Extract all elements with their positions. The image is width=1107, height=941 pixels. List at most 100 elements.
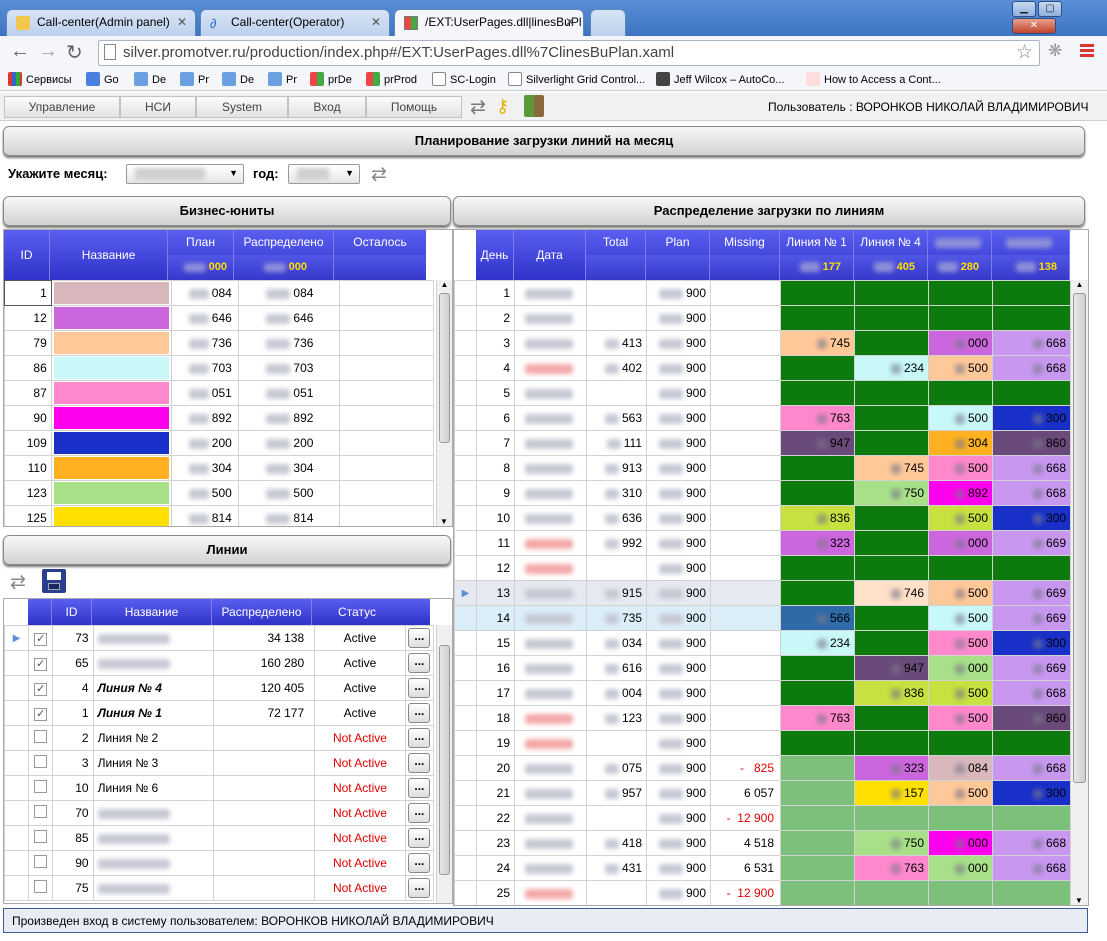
line-checkbox[interactable]	[34, 755, 48, 768]
browser-tab-admin[interactable]: Call-center(Admin panel) ✕	[6, 9, 196, 36]
table-row[interactable]: 12 900	[454, 555, 1071, 581]
line-load-cell[interactable]	[780, 780, 855, 806]
col-status[interactable]: Статус	[312, 599, 402, 625]
line-load-cell[interactable]: 668	[992, 680, 1071, 706]
line-details-button[interactable]: ...	[408, 853, 431, 873]
line-load-cell[interactable]	[928, 555, 993, 581]
line-checkbox[interactable]	[34, 880, 48, 893]
line-load-cell[interactable]: 750	[854, 830, 929, 856]
line-load-cell[interactable]	[928, 805, 993, 831]
line-load-cell[interactable]	[780, 455, 855, 481]
table-row[interactable]: ✓ 65 160 280 Active...	[4, 650, 435, 676]
scroll-up-icon[interactable]: ▲	[1071, 280, 1088, 289]
line-load-cell[interactable]: 500	[928, 455, 993, 481]
table-row[interactable]: 17 004 900 836 500 668	[454, 680, 1071, 706]
line-load-cell[interactable]: 500	[928, 580, 993, 606]
line-load-cell[interactable]: 763	[780, 705, 855, 731]
table-row[interactable]: 11 992 900 323 000 669	[454, 530, 1071, 556]
save-icon[interactable]	[42, 569, 66, 593]
refresh-icon[interactable]: ⇄	[470, 96, 486, 119]
line-load-cell[interactable]	[780, 655, 855, 681]
close-icon[interactable]: ✕	[565, 15, 575, 29]
address-bar[interactable]: silver.promotver.ru/production/index.php…	[98, 40, 1040, 66]
line-load-cell[interactable]: 000	[928, 855, 993, 881]
forward-icon[interactable]: →	[38, 40, 58, 63]
line-load-cell[interactable]: 000	[928, 330, 993, 356]
col-id[interactable]: ID	[52, 599, 92, 625]
line-load-cell[interactable]	[780, 880, 855, 905]
line-details-button[interactable]: ...	[408, 628, 431, 648]
dist-scrollbar[interactable]: ▲ ▼	[1070, 280, 1088, 905]
line-checkbox[interactable]	[34, 855, 48, 868]
table-row[interactable]: 2 Линия № 2 Not Active...	[4, 725, 435, 751]
line-load-cell[interactable]: 836	[780, 505, 855, 531]
table-row[interactable]: 1 900	[454, 280, 1071, 306]
line-load-cell[interactable]	[928, 280, 993, 306]
scroll-down-icon[interactable]: ▼	[1071, 896, 1087, 905]
line-checkbox[interactable]	[34, 805, 48, 818]
table-row[interactable]: 9 310 900 750 892 668	[454, 480, 1071, 506]
line-load-cell[interactable]: 668	[992, 480, 1071, 506]
menu-icon[interactable]	[1080, 44, 1094, 57]
line-load-cell[interactable]: 763	[780, 405, 855, 431]
line-load-cell[interactable]: 860	[992, 705, 1071, 731]
refresh-icon[interactable]: ⇄	[371, 163, 387, 186]
table-row[interactable]: 87 051 051	[4, 380, 434, 406]
line-load-cell[interactable]: 300	[992, 780, 1071, 806]
line-load-cell[interactable]	[928, 305, 993, 331]
line-load-cell[interactable]	[854, 805, 929, 831]
line-details-button[interactable]: ...	[408, 703, 431, 723]
line-load-cell[interactable]	[854, 330, 929, 356]
line-load-cell[interactable]: 750	[854, 480, 929, 506]
year-select[interactable]: ▼	[288, 164, 360, 184]
lines-scrollbar[interactable]	[436, 625, 452, 903]
bu-scrollbar[interactable]: ▲ ▼	[436, 280, 452, 526]
line-load-cell[interactable]: 500	[928, 355, 993, 381]
month-select[interactable]: ▼	[126, 164, 244, 184]
line-checkbox[interactable]: ✓	[34, 682, 48, 696]
line-load-cell[interactable]	[780, 755, 855, 781]
line-load-cell[interactable]: 668	[992, 855, 1071, 881]
table-row[interactable]: 18 123 900 763 500 860	[454, 705, 1071, 731]
close-icon[interactable]: ✕	[371, 15, 381, 29]
table-row[interactable]: 1 084 084	[4, 280, 434, 306]
line-load-cell[interactable]: 668	[992, 330, 1071, 356]
line-load-cell[interactable]	[992, 305, 1071, 331]
line-load-cell[interactable]: 500	[928, 630, 993, 656]
table-row[interactable]: 24 431 900 6 531 763 000 668	[454, 855, 1071, 881]
scroll-thumb[interactable]	[439, 293, 450, 443]
table-row[interactable]: 22 900 - 12 900	[454, 805, 1071, 831]
line-load-cell[interactable]	[854, 605, 929, 631]
col-line-x[interactable]	[928, 230, 992, 255]
menu-upravlenie[interactable]: Управление	[4, 96, 120, 118]
table-row[interactable]: 21 957 900 6 057 157 500 300	[454, 780, 1071, 806]
line-details-button[interactable]: ...	[408, 803, 431, 823]
col-day[interactable]: День	[476, 230, 514, 280]
col-line-4[interactable]: Линия № 4	[854, 230, 928, 255]
line-load-cell[interactable]	[992, 555, 1071, 581]
line-load-cell[interactable]: 668	[992, 455, 1071, 481]
line-load-cell[interactable]: 500	[928, 680, 993, 706]
line-load-cell[interactable]	[854, 705, 929, 731]
line-load-cell[interactable]: 566	[780, 605, 855, 631]
line-load-cell[interactable]	[992, 380, 1071, 406]
table-row[interactable]: 14 735 900 566 500 669	[454, 605, 1071, 631]
table-row[interactable]: 23 418 900 4 518 750 000 668	[454, 830, 1071, 856]
line-load-cell[interactable]	[780, 305, 855, 331]
col-line-1[interactable]: Линия № 1	[780, 230, 854, 255]
line-load-cell[interactable]	[854, 305, 929, 331]
line-load-cell[interactable]	[928, 380, 993, 406]
line-load-cell[interactable]	[928, 730, 993, 756]
line-load-cell[interactable]: 300	[992, 405, 1071, 431]
bookmark-de[interactable]: De	[134, 72, 166, 86]
col-distributed[interactable]: Распределено	[234, 230, 334, 255]
table-row[interactable]: ✓ 4 Линия № 4 120 405 Active...	[4, 675, 435, 701]
line-details-button[interactable]: ...	[408, 728, 431, 748]
line-load-cell[interactable]: 669	[992, 605, 1071, 631]
browser-tab-operator[interactable]: ∂ Call-center(Operator) ✕	[200, 9, 390, 36]
close-window-icon[interactable]: ✕	[1012, 18, 1056, 34]
bookmark-de-2[interactable]: De	[222, 72, 254, 86]
line-load-cell[interactable]: 323	[780, 530, 855, 556]
line-details-button[interactable]: ...	[408, 653, 431, 673]
scroll-down-icon[interactable]: ▼	[437, 517, 451, 526]
